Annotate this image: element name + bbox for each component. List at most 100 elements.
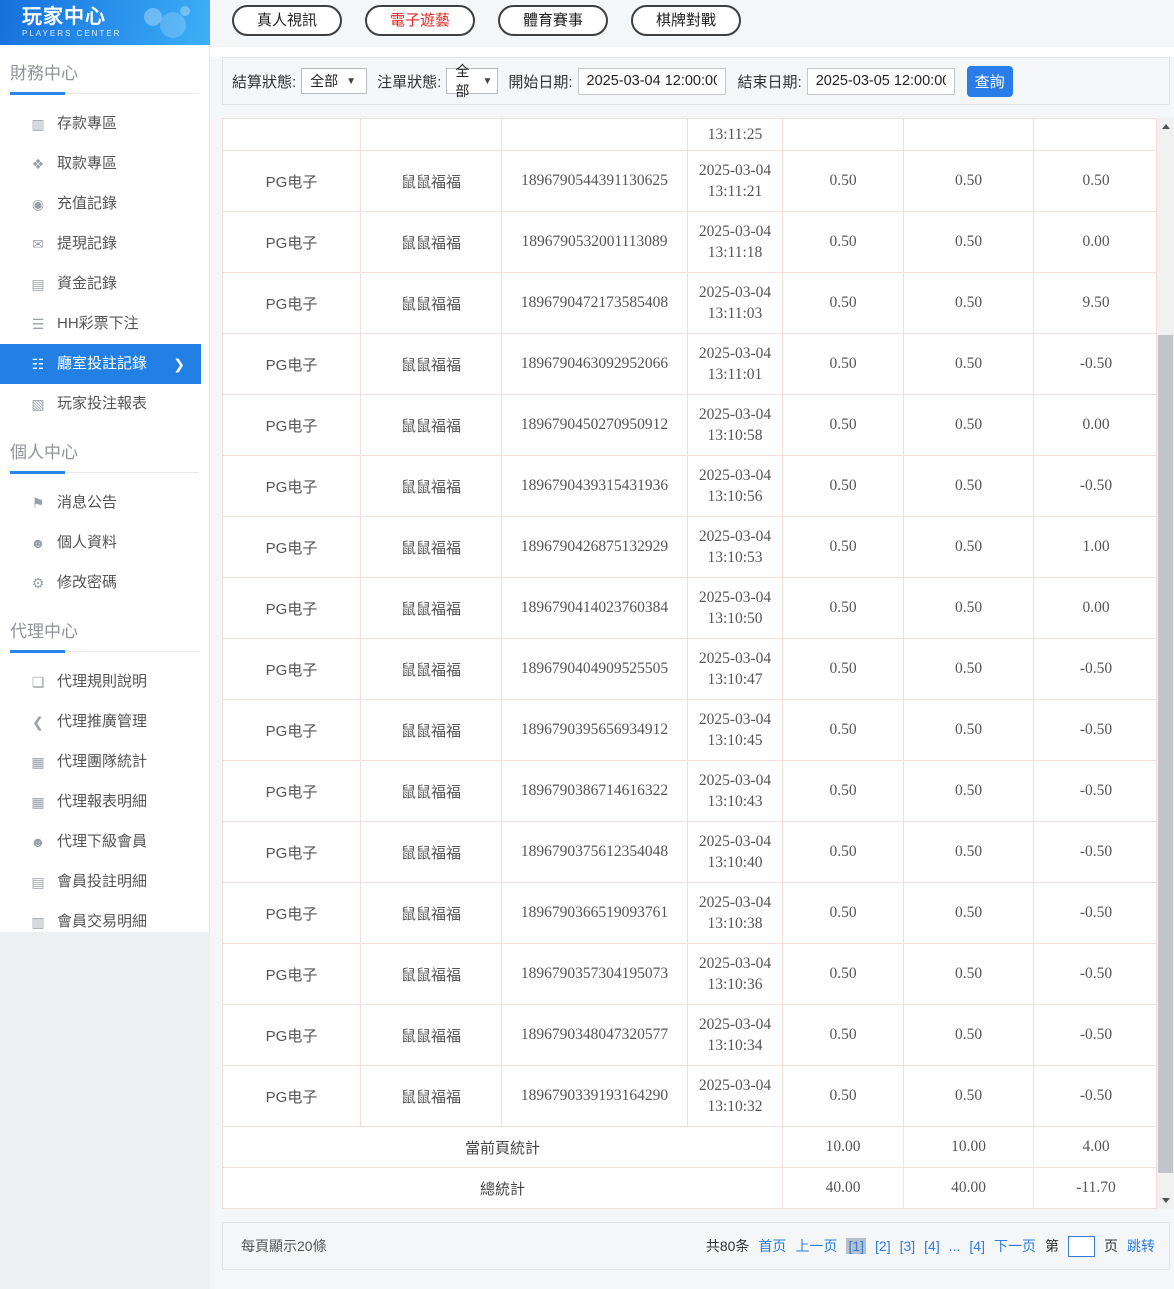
total-count-text: 共80条 xyxy=(705,1238,750,1254)
sidebar-item-member-transaction-detail[interactable]: ▥ 會員交易明細 xyxy=(0,902,209,942)
time-line: 13:10:38 xyxy=(707,915,763,932)
summary-row-total: 總統計 40.00 40.00 -11.70 xyxy=(223,1168,1156,1209)
sidebar-item-agent-team-stats[interactable]: ▦ 代理團隊統計 xyxy=(0,742,209,782)
time-line: 13:10:53 xyxy=(707,549,763,566)
cell-valid-bet: 0.50 xyxy=(904,334,1034,394)
cell-valid-bet: 0.50 xyxy=(904,1066,1034,1126)
sidebar-item-hh-lottery-bets[interactable]: ☰ HH彩票下注 xyxy=(0,304,209,344)
sidebar-item-agent-sub-members[interactable]: ☻ 代理下級會員 xyxy=(0,822,209,862)
cell-bet-amount: 0.50 xyxy=(783,517,904,577)
cell-member: 鼠鼠福福 xyxy=(361,334,502,394)
cell-bet-amount: 0.50 xyxy=(783,639,904,699)
cell-member: 鼠鼠福福 xyxy=(361,822,502,882)
date-line: 2025-03-04 xyxy=(698,284,772,301)
summary-profit-total: -11.70 xyxy=(1076,1179,1116,1196)
sidebar-item-room-bet-records[interactable]: ☷ 廳室投註記錄 ❯ xyxy=(0,344,201,384)
jump-page-input[interactable] xyxy=(1068,1235,1095,1257)
summary-profit-total: 4.00 xyxy=(1082,1138,1110,1155)
page-link-3[interactable]: [3] xyxy=(900,1238,916,1254)
time-line: 13:11:21 xyxy=(707,183,763,200)
sidebar-item-label: 充值記錄 xyxy=(57,195,118,212)
page-link-4[interactable]: [4] xyxy=(924,1238,940,1254)
summary-valid-total: 10.00 xyxy=(904,1127,1034,1167)
sidebar-item-recharge-records[interactable]: ◉ 充值記錄 xyxy=(0,184,209,224)
cell-valid-bet: 0.50 xyxy=(904,1005,1034,1065)
order-status-select[interactable]: 全部 ▼ xyxy=(446,63,499,99)
query-button[interactable]: 查詢 xyxy=(966,65,1013,97)
sidebar-item-agent-report-detail[interactable]: ▦ 代理報表明細 xyxy=(0,782,209,822)
sidebar-item-member-bet-detail[interactable]: ▤ 會員投註明細 xyxy=(0,862,209,902)
time-line: 13:11:01 xyxy=(707,366,763,383)
cell-datetime: 2025-03-04 13:10:53 xyxy=(688,517,783,577)
bet-records-table: 13:11:25 PG电子 鼠鼠福福 1896790544391130625 2025… xyxy=(222,118,1157,1209)
sidebar-item-label: 玩家投注報表 xyxy=(57,395,148,412)
cell-member: 鼠鼠福福 xyxy=(361,761,502,821)
cell-valid-bet: 0.50 xyxy=(904,395,1034,455)
tab-sports[interactable]: 體育賽事 xyxy=(498,5,609,36)
cell-platform: PG电子 xyxy=(223,456,361,516)
sidebar-item-withdraw-zone[interactable]: ❖ 取款專區 xyxy=(0,144,209,184)
sidebar-item-player-bet-report[interactable]: ▧ 玩家投注報表 xyxy=(0,384,209,424)
table-row: PG电子 鼠鼠福福 1896790426875132929 2025-03-04 13:… xyxy=(223,517,1156,578)
sidebar-item-cashout-records[interactable]: ✉ 提現記錄 xyxy=(0,224,209,264)
page-link-1-current[interactable]: [1] xyxy=(846,1238,867,1254)
cell-datetime: 2025-03-04 13:10:50 xyxy=(688,578,783,638)
settle-status-label: 結算狀態: xyxy=(232,73,297,91)
table-row: PG电子 鼠鼠福福 1896790532001113089 2025-03-04 13:… xyxy=(223,212,1156,273)
sidebar-item-change-password[interactable]: ⚙ 修改密碼 xyxy=(0,563,209,603)
cell-platform: PG电子 xyxy=(223,395,361,455)
gamepad-icon xyxy=(140,4,196,42)
page-link-6[interactable]: [4] xyxy=(969,1238,985,1254)
cell-profit: -0.50 xyxy=(1079,782,1113,799)
sidebar-item-announcements[interactable]: ⚑ 消息公告 xyxy=(0,483,209,523)
scrollbar-thumb[interactable] xyxy=(1158,335,1173,1173)
table-row: PG电子 鼠鼠福福 1896790348047320577 2025-03-04 13:… xyxy=(223,1005,1156,1066)
page-link-2[interactable]: [2] xyxy=(875,1238,891,1254)
sidebar-item-profile[interactable]: ☻ 個人資料 xyxy=(0,523,209,563)
date-line: 2025-03-04 xyxy=(698,345,772,362)
page-size-text: 每頁顯示20條 xyxy=(241,1238,327,1254)
end-date-input[interactable] xyxy=(806,67,955,95)
jump-prefix-text: 第 xyxy=(1045,1238,1059,1254)
cell-valid-bet: 0.50 xyxy=(904,273,1034,333)
time-line: 13:10:45 xyxy=(707,732,763,749)
time-line: 13:10:40 xyxy=(707,854,763,871)
settle-status-value: 全部 xyxy=(310,73,339,89)
cell-order-id: 1896790404909525505 xyxy=(502,639,688,699)
start-date-input[interactable] xyxy=(577,67,726,95)
sidebar-item-agent-rules[interactable]: ❏ 代理規則說明 xyxy=(0,662,209,702)
list-icon: ☰ xyxy=(31,316,45,332)
sidebar-item-label: 代理推廣管理 xyxy=(57,713,148,730)
table-row: PG电子 鼠鼠福福 1896790544391130625 2025-03-04 13:… xyxy=(223,151,1156,212)
jump-action-link[interactable]: 跳转 xyxy=(1127,1236,1155,1256)
sidebar-header: 玩家中心 PLAYERS CENTER xyxy=(0,0,210,45)
scroll-up-button[interactable] xyxy=(1157,118,1174,135)
table-scrollbar[interactable] xyxy=(1157,118,1174,1209)
settle-status-select[interactable]: 全部 ▼ xyxy=(301,68,368,94)
jump-suffix-text: 页 xyxy=(1104,1238,1118,1254)
first-page-link[interactable]: 首页 xyxy=(758,1236,786,1256)
tab-live-video[interactable]: 真人視訊 xyxy=(232,5,343,36)
tab-board-games[interactable]: 棋牌對戰 xyxy=(631,5,742,36)
cell-profit: -0.50 xyxy=(1079,965,1113,982)
cell-member: 鼠鼠福福 xyxy=(361,1066,502,1126)
cell-member: 鼠鼠福福 xyxy=(361,273,502,333)
end-date-label: 結束日期: xyxy=(737,73,802,91)
tab-electronic-games[interactable]: 電子遊藝 xyxy=(365,5,476,36)
cell-order-id: 1896790375612354048 xyxy=(502,822,688,882)
prev-page-link[interactable]: 上一页 xyxy=(795,1236,837,1256)
next-page-link[interactable]: 下一页 xyxy=(994,1236,1036,1256)
newspaper-icon: ▦ xyxy=(31,794,45,810)
chart-icon: ▧ xyxy=(31,396,45,412)
sidebar-item-agent-promotion[interactable]: ❮ 代理推廣管理 xyxy=(0,702,209,742)
cell-valid-bet: 0.50 xyxy=(904,578,1034,638)
cell-datetime: 2025-03-04 13:10:36 xyxy=(688,944,783,1004)
scroll-down-button[interactable] xyxy=(1157,1192,1174,1209)
cell-datetime: 2025-03-04 13:10:45 xyxy=(688,700,783,760)
sidebar-item-funds-records[interactable]: ▤ 資金記錄 xyxy=(0,264,209,304)
sidebar-item-deposit-zone[interactable]: ▥ 存款專區 xyxy=(0,104,209,144)
table-row: PG电子 鼠鼠福福 1896790439315431936 2025-03-04 13:… xyxy=(223,456,1156,517)
cell-member: 鼠鼠福福 xyxy=(361,700,502,760)
cell-datetime: 2025-03-04 13:11:03 xyxy=(688,273,783,333)
cell-valid-bet: 0.50 xyxy=(904,883,1034,943)
